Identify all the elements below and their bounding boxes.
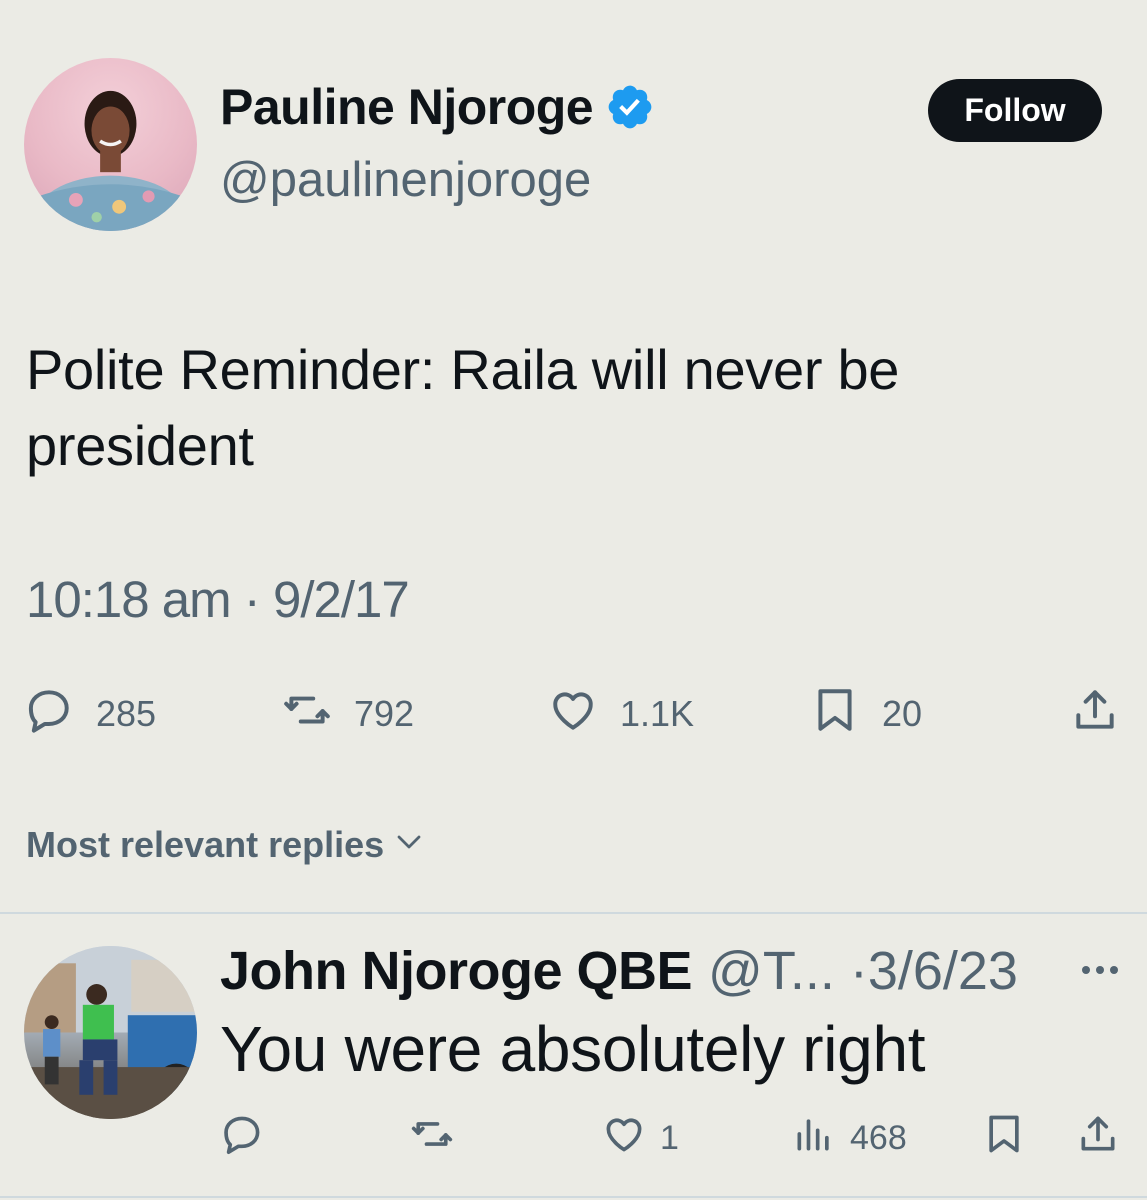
reply-author-name[interactable]: John Njoroge QBE bbox=[220, 940, 693, 1002]
retweet-icon bbox=[282, 685, 332, 744]
more-icon[interactable] bbox=[1078, 952, 1122, 988]
reply-bookmark-action[interactable] bbox=[982, 1114, 1026, 1162]
divider bbox=[0, 1196, 1147, 1198]
bookmark-action[interactable]: 20 bbox=[810, 686, 922, 742]
reply-reply-action[interactable] bbox=[220, 1114, 264, 1162]
reply-views-count: 468 bbox=[850, 1118, 907, 1157]
divider bbox=[0, 912, 1147, 914]
reply-header[interactable]: John Njoroge QBE @T... ·3/6/23 bbox=[220, 940, 1018, 1002]
reply-icon bbox=[220, 1112, 264, 1165]
like-icon bbox=[548, 685, 598, 744]
reply-avatar[interactable] bbox=[24, 946, 197, 1119]
reply-action[interactable]: 285 bbox=[24, 686, 156, 742]
like-icon bbox=[602, 1112, 646, 1165]
reply-text: You were absolutely right bbox=[220, 1013, 926, 1085]
views-icon bbox=[792, 1112, 836, 1165]
chevron-down-icon bbox=[394, 824, 424, 866]
retweet-count: 792 bbox=[354, 693, 415, 734]
reply-handle-date[interactable]: @T... ·3/6/23 bbox=[708, 940, 1018, 1002]
reply-count: 285 bbox=[96, 693, 157, 734]
reply-retweet-action[interactable] bbox=[410, 1114, 454, 1162]
share-icon bbox=[1076, 1112, 1120, 1165]
bookmark-icon bbox=[982, 1112, 1026, 1165]
like-action[interactable]: 1.1K bbox=[548, 686, 694, 742]
share-action[interactable] bbox=[1070, 686, 1120, 742]
bookmark-icon bbox=[810, 685, 860, 744]
bookmark-count: 20 bbox=[882, 693, 923, 734]
replies-sort-dropdown[interactable]: Most relevant replies bbox=[26, 824, 424, 866]
verified-badge-icon[interactable] bbox=[605, 82, 655, 132]
reply-views-action[interactable]: 468 bbox=[792, 1114, 907, 1162]
retweet-icon bbox=[410, 1112, 454, 1165]
reply-icon bbox=[24, 685, 74, 744]
tweet-text: Polite Reminder: Raila will never be pre… bbox=[26, 338, 900, 477]
reply-like-action[interactable]: 1 bbox=[602, 1114, 679, 1162]
reply-share-action[interactable] bbox=[1076, 1114, 1120, 1162]
author-name[interactable]: Pauline Njoroge bbox=[220, 78, 594, 136]
author-name-row[interactable]: Pauline Njoroge bbox=[220, 78, 655, 136]
tweet-timestamp[interactable]: 10:18 am · 9/2/17 bbox=[26, 570, 410, 629]
author-avatar[interactable] bbox=[24, 58, 197, 231]
follow-button[interactable]: Follow bbox=[928, 79, 1102, 142]
author-handle[interactable]: @paulinenjoroge bbox=[220, 152, 591, 208]
reply-like-count: 1 bbox=[660, 1118, 679, 1157]
share-icon bbox=[1070, 685, 1120, 744]
retweet-action[interactable]: 792 bbox=[282, 686, 414, 742]
like-count: 1.1K bbox=[620, 693, 695, 734]
replies-sort-label: Most relevant replies bbox=[26, 824, 385, 865]
